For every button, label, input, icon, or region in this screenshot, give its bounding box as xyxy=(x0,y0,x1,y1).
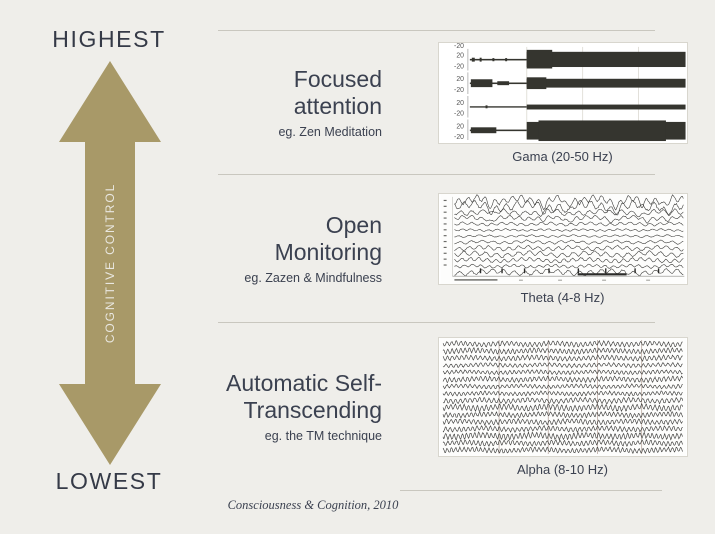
double-headed-arrow: COGNITIVE CONTROL xyxy=(49,58,171,468)
row-open-labels: Open Monitoring eg. Zazen & Mindfulness xyxy=(218,212,390,285)
svg-text:-20: -20 xyxy=(454,42,464,49)
row-automatic-self-transcending: Automatic Self- Transcending eg. the TM … xyxy=(218,323,715,490)
alpha-eeg-chart xyxy=(437,336,688,457)
gamma-eeg-chart: -20 20 -20 20 -20 20 -20 20 -20 xyxy=(437,41,688,144)
svg-text:-20: -20 xyxy=(454,134,464,141)
row-open-title: Open Monitoring xyxy=(274,211,382,265)
source-citation: Consciousness & Cognition, 2010 xyxy=(227,498,399,512)
row-open-monitoring: Open Monitoring eg. Zazen & Mindfulness xyxy=(218,175,715,322)
svg-text:-20: -20 xyxy=(454,110,464,117)
theta-caption: Theta (4-8 Hz) xyxy=(520,289,605,305)
svg-text:20: 20 xyxy=(456,52,464,59)
double-arrow-shape xyxy=(59,61,161,465)
row-auto-plot-wrap: Alpha (8-10 Hz) xyxy=(390,336,715,477)
svg-text:20: 20 xyxy=(456,123,464,130)
row-auto-subtitle: eg. the TM technique xyxy=(264,429,382,444)
row-open-subtitle: eg. Zazen & Mindfulness xyxy=(244,271,382,286)
row-focused-labels: Focused attention eg. Zen Meditation xyxy=(218,66,390,139)
cognitive-control-axis: HIGHEST COGNITIVE CONTROL LOWEST xyxy=(0,0,218,534)
row-auto-labels: Automatic Self- Transcending eg. the TM … xyxy=(218,370,390,443)
row-focused-plot-wrap: -20 20 -20 20 -20 20 -20 20 -20 Gama (20… xyxy=(390,41,715,164)
row-focused-subtitle: eg. Zen Meditation xyxy=(278,125,382,140)
row-focused-title: Focused attention xyxy=(293,65,382,119)
content-column: Focused attention eg. Zen Meditation -20 xyxy=(218,0,715,534)
axis-top-label: HIGHEST xyxy=(52,26,166,52)
axis-bottom-label: LOWEST xyxy=(55,468,163,494)
svg-text:20: 20 xyxy=(456,99,464,106)
svg-text:20: 20 xyxy=(456,76,464,83)
svg-text:-20: -20 xyxy=(454,87,464,94)
infographic-root: HIGHEST COGNITIVE CONTROL LOWEST Focused… xyxy=(0,0,715,534)
alpha-caption: Alpha (8-10 Hz) xyxy=(516,461,609,477)
row-focused-attention: Focused attention eg. Zen Meditation -20 xyxy=(218,31,715,174)
theta-eeg-chart xyxy=(437,192,688,285)
row-open-plot-wrap: Theta (4-8 Hz) xyxy=(390,192,715,305)
svg-text:-20: -20 xyxy=(454,63,464,70)
gamma-caption: Gama (20-50 Hz) xyxy=(512,148,613,164)
row-auto-title: Automatic Self- Transcending xyxy=(226,369,382,423)
divider-above-citation xyxy=(400,490,662,491)
